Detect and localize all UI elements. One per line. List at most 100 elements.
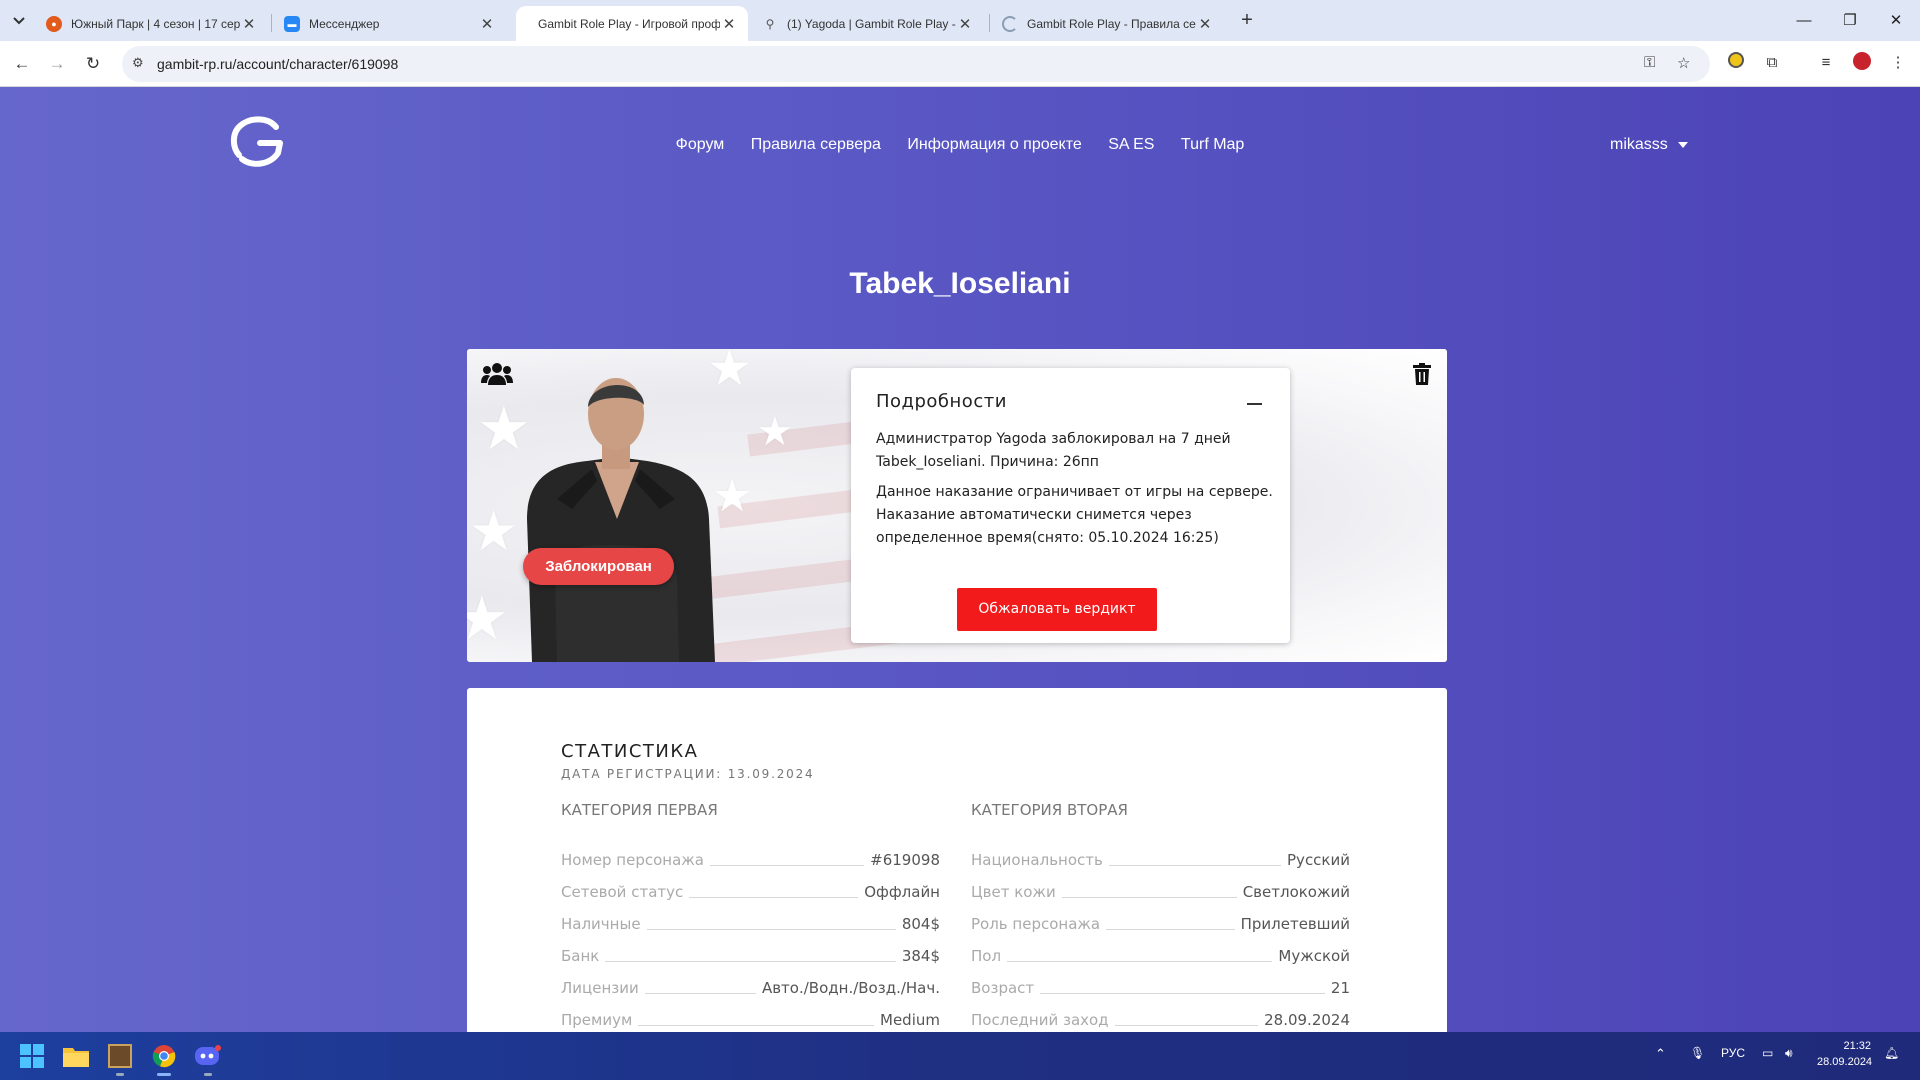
tab-gambit-rules[interactable]: Gambit Role Play - Правила сервера ✕: [992, 6, 1224, 41]
restore-icon: ❐: [1843, 12, 1857, 29]
chrome-icon[interactable]: [148, 1040, 180, 1076]
stat-row: Возраст 21: [971, 965, 1350, 997]
leader-line: [689, 897, 859, 898]
site-info-icon[interactable]: ⚙: [132, 55, 144, 71]
leader-line: [644, 993, 756, 994]
arrow-left-icon: ←: [13, 54, 31, 73]
stat-key: Цвет кожи: [971, 883, 1056, 901]
statistics-title: СТАТИСТИКА: [561, 741, 699, 762]
windows-taskbar: ⌃ 🎙︎ РУС ▭ 🔊︎ 21:32 28.09.2024 🔔︎: [0, 1032, 1920, 1080]
network-icon[interactable]: ▭: [1762, 1046, 1773, 1060]
nav-forum[interactable]: Форум: [676, 136, 725, 154]
tab-messenger[interactable]: ▬ Мессенджер ✕: [274, 6, 506, 41]
minimize-button[interactable]: —: [1781, 8, 1827, 34]
stat-value: #619098: [870, 851, 940, 869]
stat-value: 804$: [901, 915, 940, 933]
tab-title: Южный Парк | 4 сезон | 17 серия: [71, 16, 240, 31]
microphone-icon[interactable]: 🎙︎: [1690, 1046, 1705, 1060]
close-tab-icon[interactable]: ✕: [720, 15, 738, 33]
back-button[interactable]: ←: [9, 51, 35, 77]
clock-date: 28.09.2024: [1817, 1056, 1873, 1068]
collapse-icon[interactable]: [1247, 403, 1262, 405]
category-title: КАТЕГОРИЯ ПЕРВАЯ: [561, 801, 718, 819]
category-title: КАТЕГОРИЯ ВТОРАЯ: [971, 801, 1128, 819]
extensions-puzzle-icon[interactable]: ⧉: [1761, 52, 1783, 74]
discord-icon[interactable]: [192, 1040, 224, 1076]
browser-menu-icon[interactable]: ⋮: [1887, 52, 1909, 74]
nav-project-info[interactable]: Информация о проекте: [907, 136, 1081, 154]
forward-button[interactable]: →: [44, 51, 70, 77]
caret-down-icon: [1677, 141, 1688, 148]
trash-icon[interactable]: [1413, 363, 1431, 385]
leader-line: [1106, 929, 1235, 930]
loading-favicon: [1002, 15, 1018, 32]
windows-start-icon[interactable]: [16, 1040, 48, 1072]
stat-row: Премиум Medium: [561, 997, 940, 1029]
bookmark-star-icon[interactable]: ☆: [1677, 54, 1690, 72]
page-content: Форум Правила сервера Информация о проек…: [0, 87, 1920, 1032]
close-tab-icon[interactable]: ✕: [956, 15, 974, 33]
appeal-verdict-button[interactable]: Обжаловать вердикт: [957, 588, 1157, 631]
chevron-up-icon[interactable]: ⌃: [1655, 1046, 1666, 1062]
volume-icon[interactable]: 🔊︎: [1785, 1046, 1793, 1061]
close-tab-icon[interactable]: ✕: [1196, 15, 1214, 33]
stat-value: Оффлайн: [864, 883, 940, 901]
stat-row: Наличные 804$: [561, 901, 940, 933]
restore-button[interactable]: ❐: [1827, 8, 1873, 34]
tab-search-button[interactable]: [6, 8, 32, 34]
notification-bell-icon[interactable]: 🔔︎: [1884, 1046, 1899, 1060]
close-window-button[interactable]: ✕: [1873, 8, 1919, 34]
character-skin-image: [527, 378, 715, 662]
banned-status-badge: Заблокирован: [523, 548, 674, 585]
input-language[interactable]: РУС: [1721, 1046, 1745, 1060]
tab-gambit-profile[interactable]: Gambit Role Play - Игровой профиль ✕: [516, 6, 748, 41]
stat-value: Прилетевший: [1240, 915, 1350, 933]
tab-title: Gambit Role Play - Игровой профиль: [538, 16, 720, 31]
tab-yagoda-forum[interactable]: ⚲ (1) Yagoda | Gambit Role Play - Форум …: [752, 6, 984, 41]
minimize-icon: —: [1796, 12, 1812, 29]
leader-line: [638, 1025, 875, 1026]
stat-row: Последний заход 28.09.2024: [971, 997, 1350, 1029]
stat-value: 28.09.2024: [1264, 1011, 1350, 1029]
url-text[interactable]: gambit-rp.ru/account/character/619098: [157, 56, 398, 72]
media-controls-icon[interactable]: ≡: [1815, 52, 1837, 74]
nav-turf-map[interactable]: Turf Map: [1181, 136, 1244, 154]
category-first: КАТЕГОРИЯ ПЕРВАЯ Номер персонажа #619098 …: [561, 801, 940, 1029]
stat-row: Сетевой статус Оффлайн: [561, 869, 940, 901]
leader-line: [1061, 897, 1237, 898]
game-launcher-icon[interactable]: [104, 1040, 136, 1076]
stat-key: Премиум: [561, 1011, 633, 1029]
stat-key: Национальность: [971, 851, 1103, 869]
leader-line: [1007, 961, 1273, 962]
clock[interactable]: 21:32 28.09.2024: [1817, 1038, 1873, 1070]
character-name: Tabek_Ioseliani: [849, 267, 1071, 300]
reload-button[interactable]: ↻: [80, 51, 106, 77]
ban-description-text: Данное наказание ограничивает от игры на…: [876, 484, 1273, 546]
stat-row: Цвет кожи Светлокожий: [971, 869, 1350, 901]
close-tab-icon[interactable]: ✕: [478, 15, 496, 33]
leader-line: [1108, 865, 1282, 866]
tab-separator: [271, 14, 272, 32]
profile-avatar[interactable]: [1851, 52, 1873, 74]
extension-coin-icon[interactable]: [1725, 52, 1747, 74]
new-tab-button[interactable]: +: [1234, 8, 1260, 34]
stat-value: Авто./Водн./Возд./Нач.: [761, 979, 940, 997]
stat-value: 384$: [901, 947, 940, 965]
statistics-card: СТАТИСТИКА ДАТА РЕГИСТРАЦИИ: 13.09.2024 …: [467, 688, 1447, 1032]
clock-time: 21:32: [1843, 1040, 1871, 1052]
file-explorer-icon[interactable]: [60, 1040, 92, 1072]
user-menu[interactable]: mikasss: [1610, 136, 1688, 154]
address-bar[interactable]: ⚙ gambit-rp.ru/account/character/619098 …: [122, 46, 1710, 82]
tab-south-park[interactable]: ● Южный Парк | 4 сезон | 17 серия ✕: [36, 6, 268, 41]
nav-sa-es[interactable]: SA ES: [1108, 136, 1154, 154]
nav-server-rules[interactable]: Правила сервера: [751, 136, 881, 154]
messenger-favicon: ▬: [284, 15, 300, 32]
stat-key: Номер персонажа: [561, 851, 704, 869]
details-card: Подробности Администратор Yagoda заблоки…: [851, 368, 1290, 643]
close-tab-icon[interactable]: ✕: [240, 15, 258, 33]
username: mikasss: [1610, 136, 1668, 153]
leader-line: [646, 929, 896, 930]
registration-date: ДАТА РЕГИСТРАЦИИ: 13.09.2024: [561, 767, 815, 781]
stat-value: 21: [1330, 979, 1350, 997]
password-key-icon[interactable]: ⚿: [1644, 54, 1655, 71]
